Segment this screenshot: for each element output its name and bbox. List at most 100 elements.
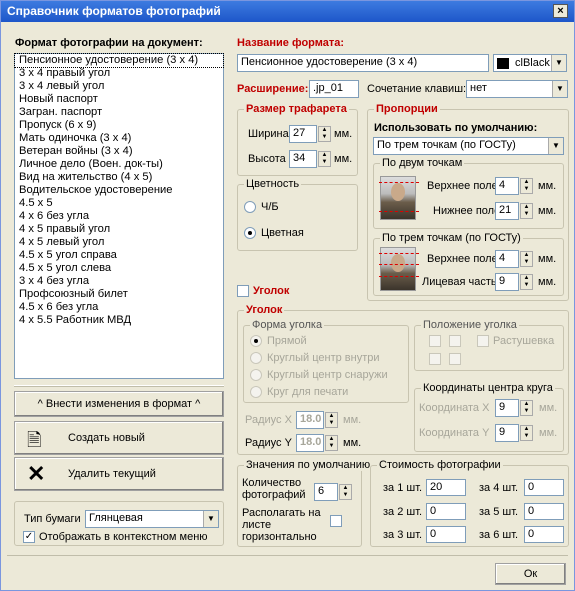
format-list-item[interactable]: 4.5 х 6 без угла bbox=[15, 301, 223, 314]
color-value: clBlack bbox=[515, 57, 550, 69]
format-list-item[interactable]: 4.5 х 5 bbox=[15, 197, 223, 210]
pos-top-left-checkbox[interactable] bbox=[429, 335, 441, 347]
top-margin3-spinner[interactable]: ▲ ▼ bbox=[520, 251, 533, 267]
pos-bottom-left-checkbox[interactable] bbox=[429, 353, 441, 365]
radius-y-input[interactable]: 18.0 bbox=[296, 434, 324, 452]
paper-type-select[interactable]: Глянцевая ▼ bbox=[85, 510, 219, 528]
cost-input[interactable]: 0 bbox=[426, 503, 466, 520]
chevron-down-icon[interactable]: ▼ bbox=[548, 138, 563, 154]
format-list-item[interactable]: Вид на жительство (4 х 5) bbox=[15, 171, 223, 184]
radius-x-input[interactable]: 18.0 bbox=[296, 411, 324, 429]
format-list-item[interactable]: 3 х 4 левый угол bbox=[15, 80, 223, 93]
pos-top-right-checkbox[interactable] bbox=[449, 335, 461, 347]
bottom-margin-label: Нижнее поле bbox=[433, 205, 501, 217]
default-method-select[interactable]: По трем точкам (по ГОСТу) ▼ bbox=[373, 137, 564, 155]
shade-checkbox[interactable] bbox=[477, 335, 489, 347]
height-spinner[interactable]: ▲ ▼ bbox=[318, 151, 331, 167]
corner-checkbox[interactable] bbox=[237, 285, 249, 297]
format-list-item[interactable]: 4.5 х 5 угол слева bbox=[15, 262, 223, 275]
chevron-down-icon[interactable]: ▼ bbox=[203, 511, 218, 527]
ok-button[interactable]: Ок bbox=[495, 563, 566, 585]
hotkey-value: нет bbox=[470, 82, 487, 94]
top-margin3-input[interactable]: 4 bbox=[495, 250, 519, 268]
radius-x-spinner[interactable]: ▲ ▼ bbox=[325, 412, 338, 428]
form-stamp-circle-label: Круг для печати bbox=[267, 386, 349, 398]
apply-changes-button[interactable]: ^ Внести изменения в формат ^ bbox=[14, 391, 224, 417]
color-radio[interactable] bbox=[244, 227, 256, 239]
format-list-item[interactable]: 4 х 5 правый угол bbox=[15, 223, 223, 236]
radius-y-spinner[interactable]: ▲ ▼ bbox=[325, 435, 338, 451]
coord-x-spinner[interactable]: ▲ ▼ bbox=[520, 400, 533, 416]
chevron-down-icon[interactable]: ▼ bbox=[552, 81, 567, 97]
coord-x-input[interactable]: 9 bbox=[495, 399, 519, 417]
chevron-down-icon[interactable]: ▼ bbox=[551, 55, 566, 71]
radius-x-unit: мм. bbox=[343, 414, 362, 426]
height-input[interactable]: 34 bbox=[289, 150, 317, 168]
top-margin-spinner[interactable]: ▲ ▼ bbox=[520, 178, 533, 194]
form-round-outside-radio[interactable] bbox=[250, 369, 262, 381]
format-name-input[interactable]: Пенсионное удостоверение (3 х 4) bbox=[237, 54, 489, 72]
new-document-icon: 🗎 bbox=[27, 430, 42, 450]
bottom-margin-spinner[interactable]: ▲ ▼ bbox=[520, 203, 533, 219]
quantity-input[interactable]: 6 bbox=[314, 483, 338, 501]
stencil-size-title: Размер трафарета bbox=[244, 103, 349, 115]
face-part-spinner[interactable]: ▲ ▼ bbox=[520, 274, 533, 290]
default-method-label: Использовать по умолчанию: bbox=[374, 122, 538, 134]
format-list-item[interactable]: Пенсионное удостоверение (3 х 4) bbox=[14, 53, 224, 68]
cost-input[interactable]: 20 bbox=[426, 479, 466, 496]
width-input[interactable]: 27 bbox=[289, 125, 317, 143]
top-margin-input[interactable]: 4 bbox=[495, 177, 519, 195]
horizontal-label: Располагать на листе горизонтально bbox=[242, 507, 321, 543]
face-part-input[interactable]: 9 bbox=[495, 273, 519, 291]
format-list-item[interactable]: 4.5 х 5 угол справа bbox=[15, 249, 223, 262]
format-list-item[interactable]: 3 х 4 правый угол bbox=[15, 67, 223, 80]
cost-label: за 5 шт. bbox=[479, 506, 519, 518]
width-spinner[interactable]: ▲ ▼ bbox=[318, 126, 331, 142]
cost-input[interactable]: 0 bbox=[524, 503, 564, 520]
corner-group-title: Уголок bbox=[244, 304, 285, 316]
coord-y-spinner[interactable]: ▲ ▼ bbox=[520, 425, 533, 441]
bw-radio[interactable] bbox=[244, 201, 256, 213]
format-list-item[interactable]: Водительское удостоверение bbox=[15, 184, 223, 197]
form-straight-radio[interactable] bbox=[250, 335, 262, 347]
context-menu-checkbox[interactable]: ✓ bbox=[23, 531, 35, 543]
cost-input[interactable]: 0 bbox=[524, 526, 564, 543]
color-select[interactable]: clBlack ▼ bbox=[493, 54, 567, 72]
height-unit: мм. bbox=[334, 153, 353, 165]
color-radio-label: Цветная bbox=[261, 227, 304, 239]
form-stamp-circle-radio[interactable] bbox=[250, 386, 262, 398]
format-list-item[interactable]: 4 х 6 без угла bbox=[15, 210, 223, 223]
format-list-item[interactable]: 4 х 5.5 Работник МВД bbox=[15, 314, 223, 327]
format-list-item[interactable]: Загран. паспорт bbox=[15, 106, 223, 119]
bottom-margin-input[interactable]: 21 bbox=[495, 202, 519, 220]
circle-center-group: Координаты центра круга Координата X 9 ▲… bbox=[414, 382, 564, 452]
format-list[interactable]: Пенсионное удостоверение (3 х 4) 3 х 4 пр… bbox=[14, 53, 224, 379]
cost-input[interactable]: 0 bbox=[524, 479, 564, 496]
form-straight-label: Прямой bbox=[267, 335, 307, 347]
cost-input[interactable]: 0 bbox=[426, 526, 466, 543]
format-list-item[interactable]: Новый паспорт bbox=[15, 93, 223, 106]
extension-input[interactable]: .jp_01 bbox=[309, 80, 359, 98]
coord-x-label: Координата X bbox=[419, 402, 490, 414]
hotkey-select[interactable]: нет ▼ bbox=[466, 80, 568, 98]
form-round-inside-label: Круглый центр внутри bbox=[267, 352, 380, 364]
corner-position-title: Положение уголка bbox=[421, 319, 519, 331]
horizontal-checkbox[interactable] bbox=[330, 515, 342, 527]
create-new-button[interactable]: 🗎 Создать новый bbox=[14, 421, 224, 455]
format-list-item[interactable]: Личное дело (Воен. док-ты) bbox=[15, 158, 223, 171]
delete-current-button[interactable]: ✕ Удалить текущий bbox=[14, 457, 224, 491]
quantity-spinner[interactable]: ▲ ▼ bbox=[339, 484, 352, 500]
close-button[interactable]: × bbox=[553, 4, 568, 18]
cost-label: за 3 шт. bbox=[383, 529, 423, 541]
format-list-item[interactable]: Ветеран войны (3 х 4) bbox=[15, 145, 223, 158]
pos-bottom-right-checkbox[interactable] bbox=[449, 353, 461, 365]
coord-y-input[interactable]: 9 bbox=[495, 424, 519, 442]
format-list-item[interactable]: Мать одиночка (3 х 4) bbox=[15, 132, 223, 145]
defaults-title: Значения по умолчанию bbox=[244, 459, 373, 471]
format-list-item[interactable]: 4 х 5 левый угол bbox=[15, 236, 223, 249]
format-list-item[interactable]: Профсоюзный билет bbox=[15, 288, 223, 301]
format-list-item[interactable]: 3 х 4 без угла bbox=[15, 275, 223, 288]
corner-group: Уголок Форма уголка Прямой Круглый центр… bbox=[237, 304, 569, 455]
format-list-item[interactable]: Пропуск (6 х 9) bbox=[15, 119, 223, 132]
form-round-inside-radio[interactable] bbox=[250, 352, 262, 364]
